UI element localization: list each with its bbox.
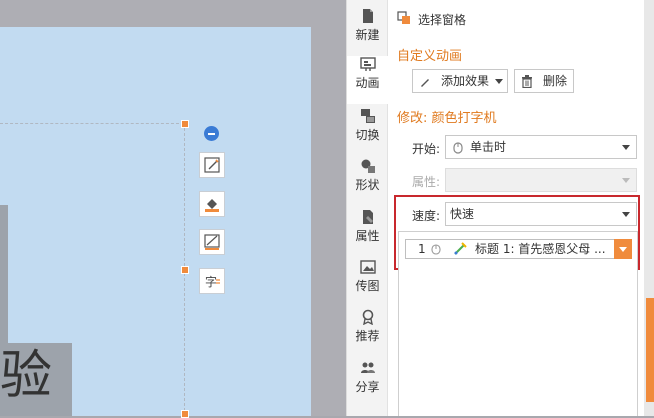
tab-animation[interactable]: 动画 — [347, 56, 388, 104]
start-value: 单击时 — [470, 140, 507, 154]
tab-new[interactable]: 新建 — [347, 8, 388, 56]
edit-shape-button[interactable] — [199, 152, 225, 178]
list-item-index: 1 — [418, 242, 426, 256]
modify-heading: 修改: 颜色打字机 — [397, 111, 497, 126]
trash-icon — [522, 75, 532, 88]
tab-property[interactable]: 属性 — [347, 209, 388, 257]
panel-expand-handle[interactable] — [646, 298, 654, 402]
image-icon — [359, 260, 376, 274]
tab-shape[interactable]: 形状 — [347, 158, 388, 206]
resize-handle-top-right[interactable] — [181, 120, 189, 128]
shape-icon — [361, 159, 375, 173]
text-effect-button[interactable]: 字 — [199, 268, 225, 294]
tab-shape-label: 形状 — [355, 178, 380, 192]
edit-shape-icon — [204, 157, 220, 173]
tab-new-label: 新建 — [355, 28, 380, 42]
chevron-down-icon — [495, 79, 503, 84]
custom-animation-heading: 自定义动画 — [397, 49, 463, 64]
speed-value: 快速 — [450, 207, 475, 221]
chevron-down-icon — [622, 178, 630, 183]
property-select — [445, 168, 637, 192]
mouse-click-icon — [453, 142, 463, 154]
tab-transition-label: 切换 — [355, 128, 380, 142]
tab-share[interactable]: 分享 — [347, 360, 388, 408]
recommend-icon — [362, 309, 373, 325]
property-icon — [362, 210, 373, 224]
speed-label: 速度: — [412, 209, 441, 223]
new-file-icon — [362, 9, 373, 23]
add-effect-button[interactable]: 添加效果 — [412, 69, 508, 93]
text-box[interactable]: 验 — [0, 343, 72, 416]
pen-icon — [421, 79, 429, 87]
svg-text:字: 字 — [205, 274, 217, 289]
animation-icon — [359, 57, 376, 71]
list-item[interactable]: 1 标题 1: 首先感恩父母 ... — [405, 239, 632, 259]
collapse-toolbar-button[interactable] — [204, 126, 219, 141]
resize-handle-bottom-right[interactable] — [181, 410, 189, 418]
outline-color-button[interactable] — [199, 229, 225, 255]
add-effect-label: 添加效果 — [441, 74, 490, 88]
select-pane-link[interactable]: 选择窗格 — [418, 11, 466, 28]
tab-image[interactable]: 传图 — [347, 259, 388, 307]
tab-recommend[interactable]: 推荐 — [347, 309, 388, 357]
share-icon — [360, 362, 375, 373]
mouse-click-icon — [431, 244, 441, 255]
tab-property-label: 属性 — [355, 229, 380, 243]
delete-label: 删除 — [543, 74, 568, 88]
select-pane-icon — [397, 11, 410, 24]
text-effect-icon: 字 — [205, 274, 220, 289]
typewriter-effect-icon — [454, 242, 467, 255]
list-item-dropdown-button[interactable] — [614, 239, 632, 259]
tab-share-label: 分享 — [355, 380, 380, 394]
outline-icon — [204, 234, 220, 250]
tab-animation-label: 动画 — [355, 76, 380, 90]
transition-icon — [360, 109, 375, 123]
tab-transition[interactable]: 切换 — [347, 108, 388, 156]
selection-border-top — [0, 123, 184, 124]
side-tab-bar: 新建 动画 切换 形状 属性 传图 推荐 分享 — [346, 0, 388, 416]
paint-bucket-icon — [205, 199, 219, 212]
start-select[interactable]: 单击时 — [445, 135, 637, 159]
fill-color-button[interactable] — [199, 191, 225, 217]
chevron-down-icon — [622, 212, 630, 217]
list-item-text: 标题 1: 首先感恩父母 ... — [475, 242, 606, 256]
chevron-down-icon — [622, 145, 630, 150]
start-label: 开始: — [412, 142, 441, 156]
text-box-content: 验 — [0, 346, 53, 406]
image-placeholder — [0, 205, 8, 345]
resize-handle-right[interactable] — [181, 266, 189, 274]
tab-image-label: 传图 — [355, 279, 380, 293]
delete-button[interactable]: 删除 — [514, 69, 574, 93]
property-label: 属性: — [412, 175, 441, 189]
speed-select[interactable]: 快速 — [445, 202, 637, 226]
tab-recommend-label: 推荐 — [355, 329, 380, 343]
